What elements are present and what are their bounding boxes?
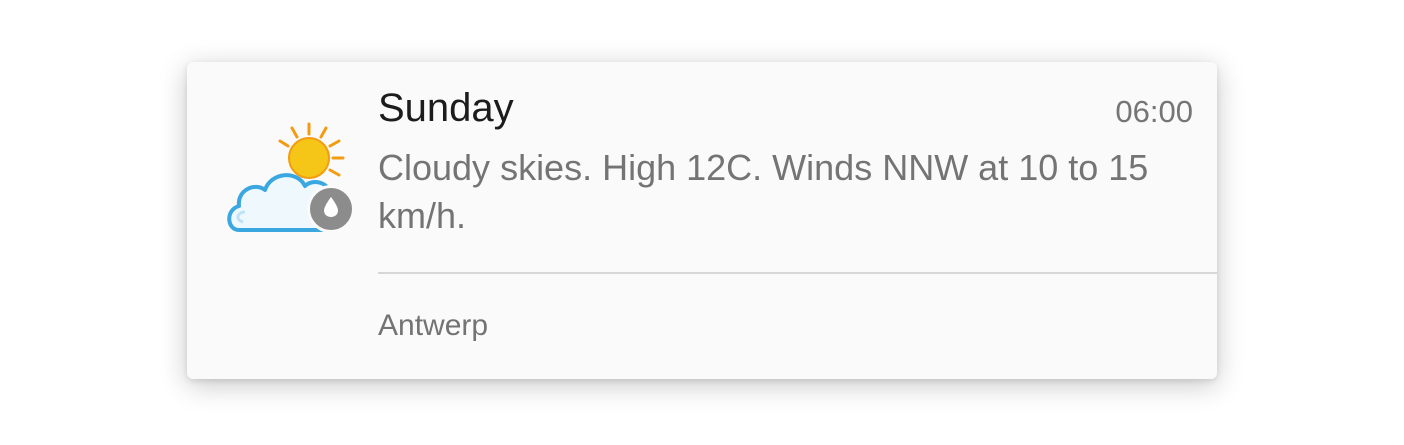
- weather-description: Cloudy skies. High 12C. Winds NNW at 10 …: [378, 147, 1149, 236]
- divider: [378, 272, 1217, 274]
- rain-badge: [307, 185, 355, 233]
- notification-title: Sunday: [378, 86, 514, 130]
- raindrop-icon: [323, 196, 339, 223]
- notification-time: 06:00: [1115, 94, 1193, 129]
- weather-notification-card[interactable]: Sunday 06:00 Cloudy skies. High 12C. Win…: [187, 62, 1217, 379]
- location-label: Antwerp: [378, 309, 489, 342]
